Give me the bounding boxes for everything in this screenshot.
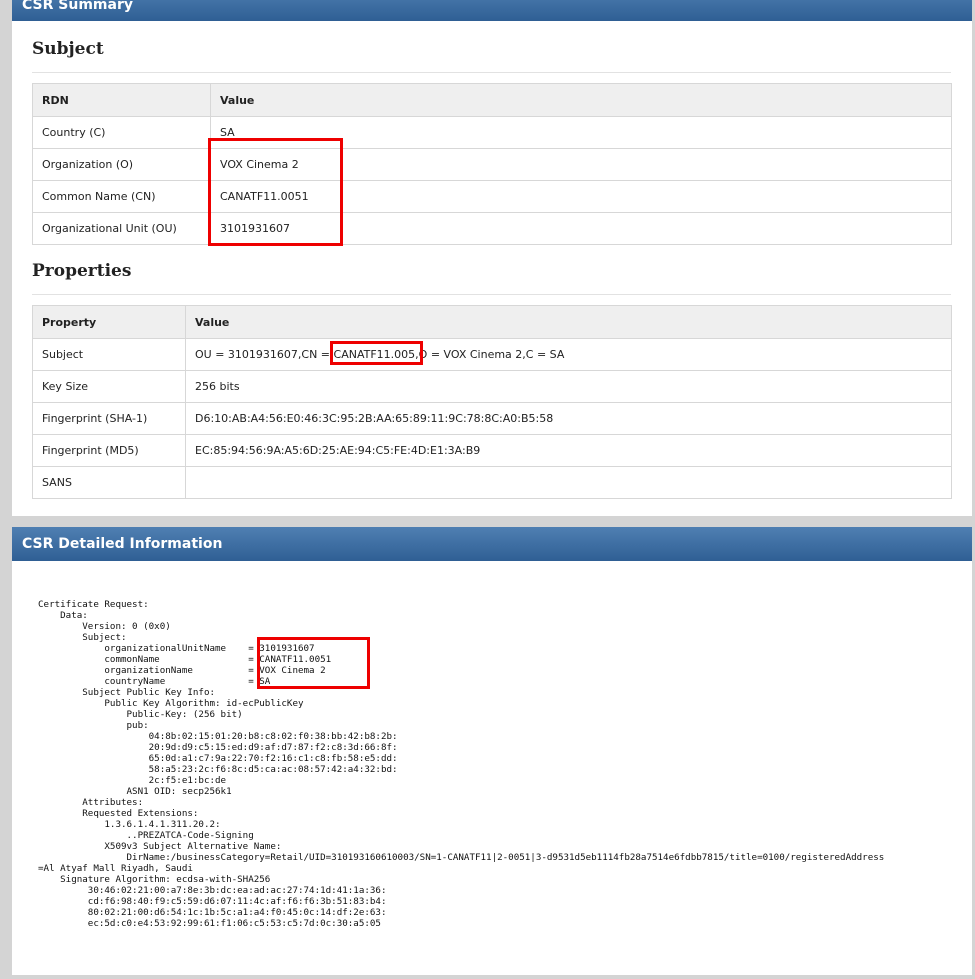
col-value: Value [185, 305, 952, 339]
table-row: SANS [32, 466, 952, 499]
csr-detail-text: Certificate Request: Data: Version: 0 (0… [38, 599, 885, 929]
subject-table: RDN Value Country (C) SA Organization (O… [32, 83, 952, 245]
highlight-box-detail-subject [257, 637, 370, 689]
value-sha1: D6:10:AB:A4:56:E0:46:3C:95:2B:AA:65:89:1… [185, 402, 952, 435]
rdn-common-name: Common Name (CN) [32, 180, 211, 213]
table-row: Country (C) SA [32, 116, 952, 149]
table-row: Key Size 256 bits [32, 370, 952, 403]
table-row: Organizational Unit (OU) 3101931607 [32, 212, 952, 245]
value-sans [185, 466, 952, 499]
col-value: Value [210, 83, 952, 117]
highlight-box-subject-values [208, 138, 343, 246]
properties-table: Property Value Subject OU = 3101931607,C… [32, 305, 952, 499]
value-key-size: 256 bits [185, 370, 952, 403]
table-row: Fingerprint (MD5) EC:85:94:56:9A:A5:6D:2… [32, 434, 952, 467]
value-md5: EC:85:94:56:9A:A5:6D:25:AE:94:C5:FE:4D:E… [185, 434, 952, 467]
subject-suffix: ,O = VOX Cinema 2,C = SA [415, 348, 565, 361]
csr-detail-panel: CSR Detailed Information Certificate Req… [12, 527, 972, 975]
table-row: Common Name (CN) CANATF11.0051 [32, 180, 952, 213]
subject-prefix: OU = 3101931607,CN = [195, 348, 334, 361]
properties-table-header: Property Value [32, 305, 952, 339]
table-row: Organization (O) VOX Cinema 2 [32, 148, 952, 181]
table-row: Fingerprint (SHA-1) D6:10:AB:A4:56:E0:46… [32, 402, 952, 435]
value-subject: OU = 3101931607,CN = CANATF11.005,O = VO… [185, 338, 952, 371]
property-sha1: Fingerprint (SHA-1) [32, 402, 186, 435]
subject-table-header: RDN Value [32, 83, 952, 117]
subject-title: Subject [32, 39, 104, 59]
col-rdn: RDN [32, 83, 211, 117]
property-md5: Fingerprint (MD5) [32, 434, 186, 467]
col-property: Property [32, 305, 186, 339]
highlight-box-subject-cn [330, 341, 423, 365]
csr-detail-header: CSR Detailed Information [12, 527, 972, 561]
subject-divider [32, 72, 951, 73]
table-row: Subject OU = 3101931607,CN = CANATF11.00… [32, 338, 952, 371]
property-key-size: Key Size [32, 370, 186, 403]
properties-divider [32, 294, 951, 295]
property-subject: Subject [32, 338, 186, 371]
property-sans: SANS [32, 466, 186, 499]
csr-summary-panel: CSR Summary Subject RDN Value Country (C… [12, 0, 972, 516]
properties-title: Properties [32, 261, 132, 281]
csr-summary-header: CSR Summary [12, 0, 972, 21]
rdn-organization: Organization (O) [32, 148, 211, 181]
rdn-country: Country (C) [32, 116, 211, 149]
rdn-org-unit: Organizational Unit (OU) [32, 212, 211, 245]
